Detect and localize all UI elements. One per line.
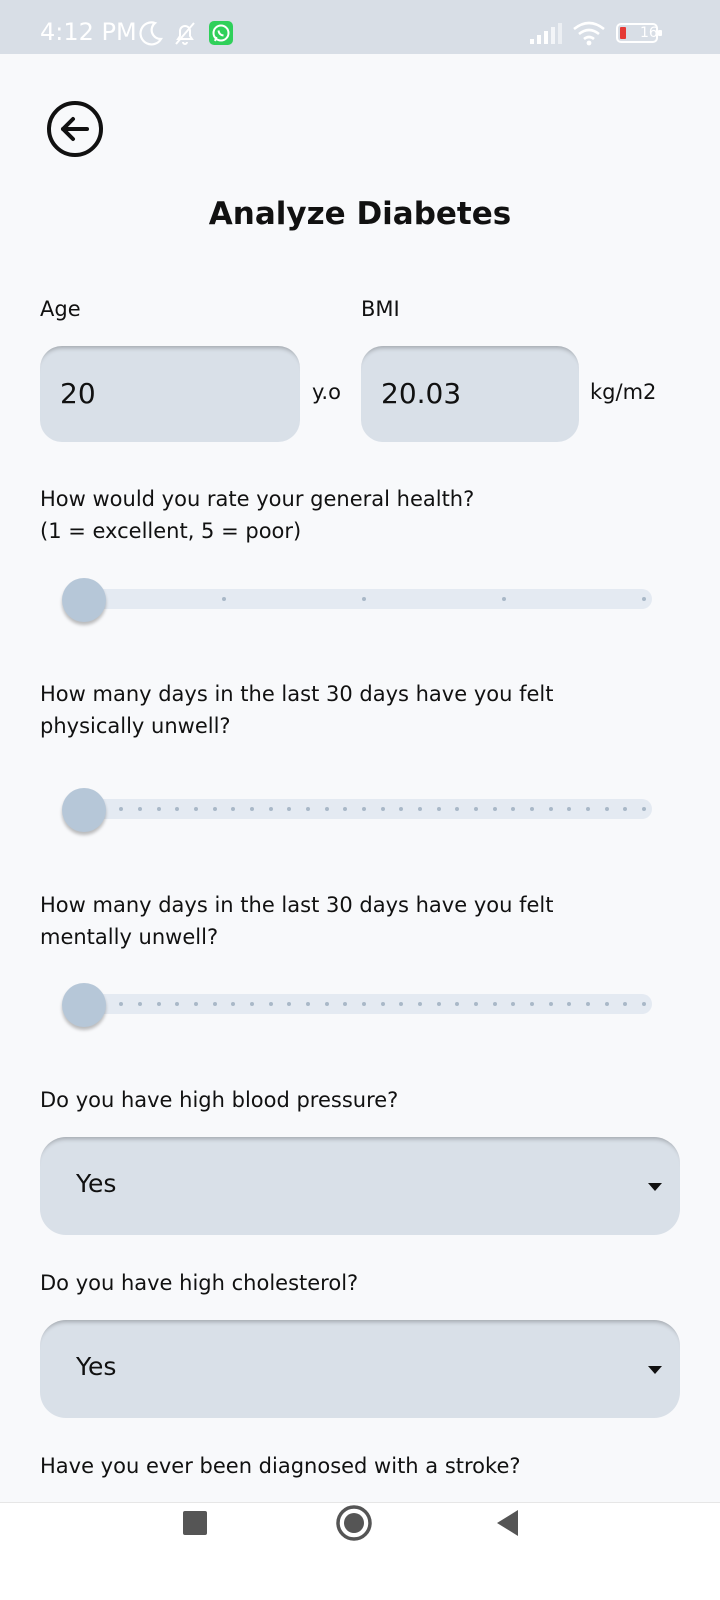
- slider-tick: [306, 807, 310, 811]
- slider-tick: [548, 807, 553, 811]
- slider-tick: [362, 1002, 366, 1006]
- slider-tick: [156, 1002, 161, 1006]
- slider-tick: [604, 1002, 609, 1006]
- slider-tick: [324, 807, 329, 811]
- age-unit: y.o: [312, 380, 341, 404]
- status-time: 4:12 PM: [40, 18, 137, 46]
- question-line: mentally unwell?: [40, 925, 219, 949]
- slider-tick: [586, 1002, 590, 1006]
- slider-tick: [268, 1002, 273, 1006]
- slider-tick: [492, 807, 497, 811]
- bmi-unit: kg/m2: [590, 380, 657, 404]
- slider-thumb[interactable]: [62, 578, 106, 622]
- slider-tick: [492, 1002, 497, 1006]
- recents-button[interactable]: [155, 1503, 235, 1600]
- slider-tick: [436, 807, 441, 811]
- bmi-label: BMI: [361, 297, 400, 321]
- cholesterol-question: Do you have high cholesterol?: [40, 1271, 359, 1295]
- navigation-bar: [0, 1502, 720, 1600]
- slider-tick: [418, 807, 422, 811]
- slider-thumb[interactable]: [62, 788, 106, 832]
- back-triangle-icon: [497, 1510, 518, 1536]
- signal-icon: [530, 23, 562, 44]
- dropdown-value: Yes: [76, 1352, 117, 1381]
- mental-health-question: How many days in the last 30 days have y…: [40, 889, 660, 953]
- blood-pressure-question: Do you have high blood pressure?: [40, 1088, 399, 1112]
- slider-tick: [250, 1002, 254, 1006]
- slider-tick: [212, 807, 217, 811]
- slider-tick: [138, 807, 142, 811]
- slider-tick: [502, 597, 506, 601]
- slider-thumb[interactable]: [62, 983, 106, 1027]
- stroke-question: Have you ever been diagnosed with a stro…: [40, 1454, 521, 1478]
- slider-tick: [362, 597, 366, 601]
- slider-tick: [642, 597, 646, 601]
- slider-tick: [156, 807, 161, 811]
- question-line: physically unwell?: [40, 714, 231, 738]
- back-button[interactable]: [46, 100, 104, 158]
- bmi-input[interactable]: 20.03: [361, 346, 579, 442]
- cholesterol-dropdown[interactable]: Yes: [40, 1320, 680, 1418]
- slider-tick: [362, 807, 366, 811]
- analyze-diabetes-screen: 4:12 PM 16 Analyze Diabetes Age BMI 20 y…: [0, 0, 720, 1600]
- age-label: Age: [40, 297, 81, 321]
- question-line: How many days in the last 30 days have y…: [40, 682, 554, 706]
- slider-tick: [250, 807, 254, 811]
- status-bar: 4:12 PM 16: [0, 0, 720, 54]
- slider-tick: [306, 1002, 310, 1006]
- wifi-icon: [573, 21, 605, 46]
- slider-tick: [222, 597, 226, 601]
- physical-health-question: How many days in the last 30 days have y…: [40, 678, 660, 742]
- slider-tick: [194, 1002, 198, 1006]
- slider-tick: [642, 807, 646, 811]
- question-line: (1 = excellent, 5 = poor): [40, 519, 302, 543]
- dropdown-value: Yes: [76, 1169, 117, 1198]
- slider-tick: [436, 1002, 441, 1006]
- slider-tick: [548, 1002, 553, 1006]
- blood-pressure-dropdown[interactable]: Yes: [40, 1137, 680, 1235]
- back-nav-button[interactable]: [468, 1503, 548, 1600]
- slider-tick: [380, 807, 385, 811]
- page-title: Analyze Diabetes: [208, 196, 512, 232]
- slider-tick: [604, 807, 609, 811]
- general-health-slider[interactable]: [0, 578, 720, 622]
- bell-off-icon: [175, 22, 195, 45]
- slider-tick: [586, 807, 590, 811]
- question-line: How would you rate your general health?: [40, 487, 475, 511]
- moon-icon: [139, 21, 163, 46]
- general-health-question: How would you rate your general health? …: [40, 483, 660, 547]
- physical-health-slider[interactable]: [0, 788, 720, 832]
- slider-tick: [324, 1002, 329, 1006]
- slider-tick: [474, 1002, 478, 1006]
- age-input[interactable]: 20: [40, 346, 300, 442]
- slider-tick: [642, 1002, 646, 1006]
- slider-tick: [138, 1002, 142, 1006]
- home-circle-icon: [336, 1505, 372, 1541]
- battery-level: 16: [640, 25, 658, 41]
- home-button[interactable]: [314, 1503, 394, 1600]
- mental-health-slider[interactable]: [0, 983, 720, 1027]
- slider-tick: [212, 1002, 217, 1006]
- recents-square-icon: [183, 1511, 207, 1535]
- slider-tick: [380, 1002, 385, 1006]
- caret-down-icon: [648, 1366, 662, 1374]
- caret-down-icon: [648, 1183, 662, 1191]
- slider-tick: [530, 807, 534, 811]
- arrow-left-circle-icon: [47, 101, 103, 157]
- slider-tick: [268, 807, 273, 811]
- whatsapp-icon: [209, 21, 233, 45]
- slider-tick: [530, 1002, 534, 1006]
- slider-tick: [194, 807, 198, 811]
- question-line: How many days in the last 30 days have y…: [40, 893, 554, 917]
- slider-tick: [418, 1002, 422, 1006]
- slider-tick: [474, 807, 478, 811]
